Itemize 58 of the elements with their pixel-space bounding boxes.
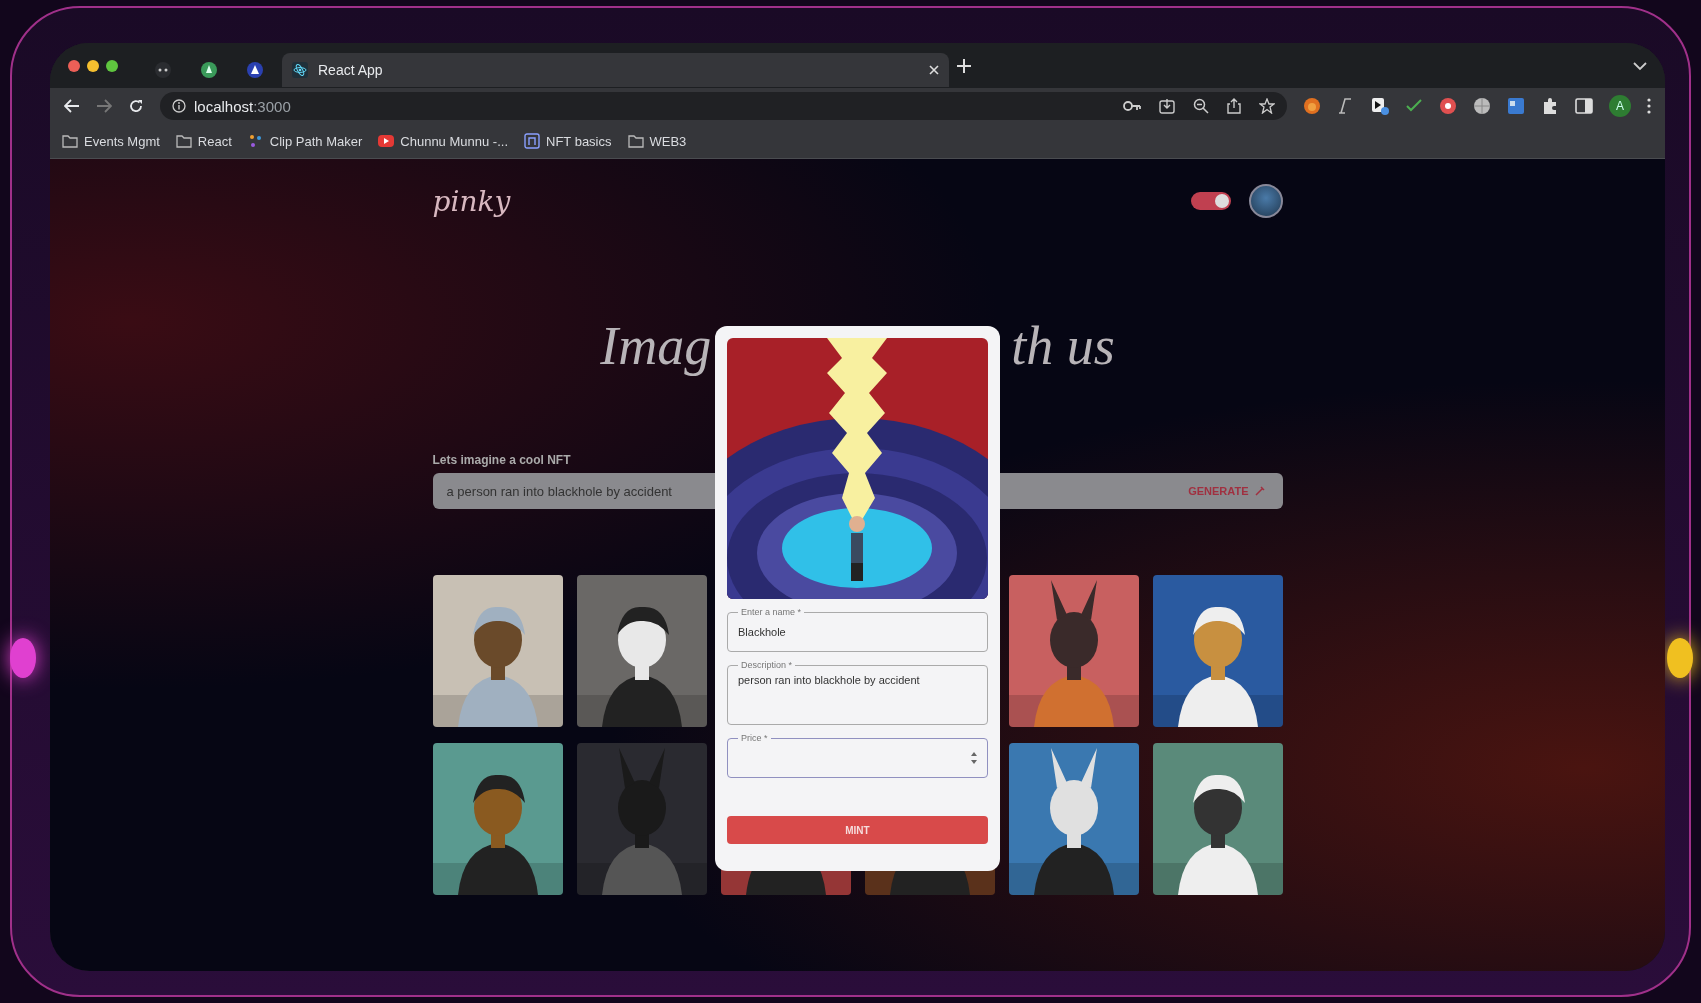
play-icon [378, 133, 395, 149]
share-icon[interactable] [1227, 98, 1241, 114]
record-icon[interactable] [1439, 97, 1457, 115]
browser-tab[interactable]: React App [282, 52, 949, 87]
play-icon[interactable] [1371, 97, 1389, 115]
glow-dot [10, 638, 36, 678]
star-icon[interactable] [1259, 98, 1275, 114]
window-control-icon[interactable] [68, 59, 80, 72]
heading-text: Imag [600, 315, 712, 377]
bookmark-item[interactable]: WEB3 [627, 133, 687, 149]
url-text: localhost:3000 [194, 97, 292, 115]
logo-text[interactable]: pinky [432, 184, 1191, 218]
install-icon[interactable] [1159, 98, 1175, 114]
chevron-down-icon[interactable] [1633, 60, 1647, 71]
description-field[interactable]: Description * person ran into blackhole by accident [727, 660, 988, 725]
field-label: Description * [740, 660, 794, 670]
zoom-icon[interactable] [1193, 98, 1209, 114]
window-control-icon[interactable] [87, 59, 99, 72]
back-icon[interactable] [64, 99, 80, 113]
bookmark-item[interactable]: React [175, 133, 232, 149]
bookmark-item[interactable]: NFT basics [524, 133, 612, 149]
bookmark-item[interactable]: Chunnu Munnu -... [378, 133, 508, 149]
wand-icon [1254, 486, 1265, 496]
dots-icon [247, 133, 264, 149]
bracket-icon [524, 133, 540, 149]
key-icon[interactable] [1123, 100, 1141, 112]
reload-icon[interactable] [128, 98, 144, 114]
user-avatar[interactable] [1248, 184, 1283, 218]
field-label: Price * [740, 733, 769, 743]
spinner-icon[interactable] [971, 752, 977, 764]
window-icon[interactable] [1507, 97, 1525, 115]
info-icon[interactable] [172, 99, 186, 113]
window-control-icon[interactable] [106, 59, 118, 72]
theme-toggle[interactable] [1190, 192, 1231, 210]
folder-icon [62, 133, 78, 149]
heading-text: th us [1011, 315, 1115, 377]
price-field[interactable]: Price * [727, 733, 988, 778]
address-bar[interactable]: localhost:3000 [160, 92, 1287, 120]
text-input[interactable]: Blackhole [738, 617, 977, 647]
folder-icon [175, 133, 192, 149]
field-label: Enter a name * [740, 607, 803, 617]
sidebar-icon[interactable] [1575, 97, 1593, 115]
menu-icon[interactable] [1647, 98, 1651, 114]
glow-dot [1667, 638, 1693, 678]
name-field[interactable]: Enter a name * Blackhole [727, 607, 988, 652]
folder-icon [627, 133, 644, 149]
bookmark-item[interactable]: Events Mgmt [62, 133, 160, 149]
close-icon[interactable] [928, 64, 939, 75]
puzzle-icon[interactable] [1541, 97, 1559, 115]
description-input[interactable]: person ran into blackhole by accident [738, 670, 977, 720]
dots-icon [154, 60, 172, 79]
bookmark-item[interactable]: Clip Path Maker [247, 133, 363, 149]
profile-avatar[interactable]: A [1609, 95, 1631, 117]
forward-icon[interactable] [96, 99, 112, 113]
field-label: Lets imagine a cool NFT [432, 453, 572, 467]
atom-icon [292, 61, 308, 78]
new-tab-icon[interactable] [956, 58, 971, 73]
globe-icon[interactable] [1473, 97, 1491, 115]
